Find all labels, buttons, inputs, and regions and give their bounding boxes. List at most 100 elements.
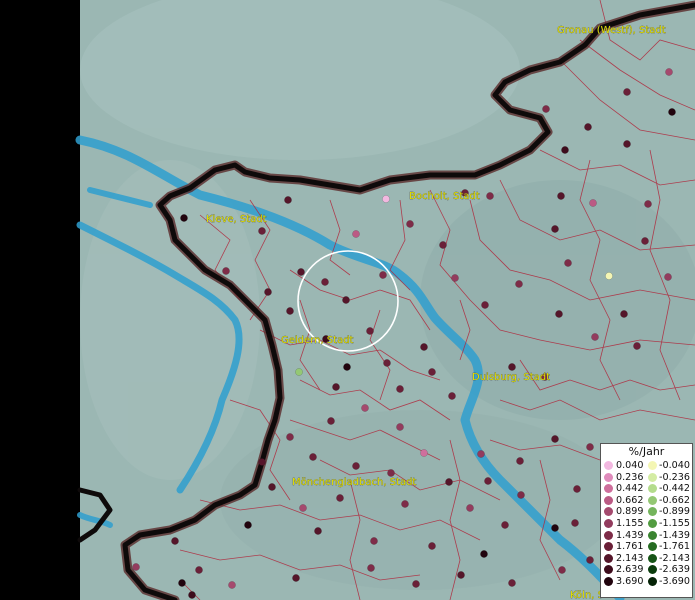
- data-point[interactable]: [551, 524, 559, 532]
- data-point[interactable]: [555, 310, 563, 318]
- data-point[interactable]: [551, 225, 559, 233]
- legend-value-negative: -2.639: [659, 564, 690, 576]
- data-point[interactable]: [605, 272, 613, 280]
- data-point[interactable]: [295, 368, 303, 376]
- data-point[interactable]: [327, 417, 335, 425]
- map-canvas[interactable]: Gronau (Westf), Stadt Bocholt, Stadt Kle…: [0, 0, 695, 600]
- data-point[interactable]: [382, 195, 390, 203]
- data-point[interactable]: [623, 140, 631, 148]
- data-point[interactable]: [264, 288, 272, 296]
- data-point[interactable]: [428, 368, 436, 376]
- data-point[interactable]: [171, 537, 179, 545]
- data-point[interactable]: [297, 268, 305, 276]
- data-point[interactable]: [268, 483, 276, 491]
- data-point[interactable]: [480, 550, 488, 558]
- data-point[interactable]: [352, 230, 360, 238]
- data-point[interactable]: [551, 435, 559, 443]
- data-point[interactable]: [336, 494, 344, 502]
- data-point[interactable]: [366, 327, 374, 335]
- data-point[interactable]: [370, 537, 378, 545]
- legend-swatch-positive: [604, 530, 613, 540]
- legend-row: 3.690 -3.690: [601, 576, 692, 588]
- data-point[interactable]: [644, 200, 652, 208]
- data-point[interactable]: [286, 433, 294, 441]
- data-point[interactable]: [379, 271, 387, 279]
- data-point[interactable]: [178, 579, 186, 587]
- data-point[interactable]: [396, 423, 404, 431]
- data-point[interactable]: [665, 68, 673, 76]
- data-point[interactable]: [589, 199, 597, 207]
- data-point[interactable]: [448, 392, 456, 400]
- data-point[interactable]: [586, 556, 594, 564]
- data-point[interactable]: [332, 383, 340, 391]
- data-point[interactable]: [481, 301, 489, 309]
- data-point[interactable]: [396, 385, 404, 393]
- data-point[interactable]: [451, 274, 459, 282]
- legend-swatch-negative: [648, 576, 657, 586]
- data-point[interactable]: [188, 591, 196, 599]
- data-point[interactable]: [466, 504, 474, 512]
- data-point[interactable]: [623, 88, 631, 96]
- data-point[interactable]: [515, 280, 523, 288]
- data-point[interactable]: [668, 108, 676, 116]
- data-point[interactable]: [557, 192, 565, 200]
- data-point[interactable]: [292, 574, 300, 582]
- data-point[interactable]: [228, 581, 236, 589]
- data-point[interactable]: [383, 359, 391, 367]
- data-point[interactable]: [428, 542, 436, 550]
- data-point[interactable]: [573, 485, 581, 493]
- data-point[interactable]: [309, 453, 317, 461]
- data-point[interactable]: [445, 478, 453, 486]
- data-point[interactable]: [558, 566, 566, 574]
- data-point[interactable]: [342, 296, 350, 304]
- data-point[interactable]: [286, 307, 294, 315]
- data-point[interactable]: [517, 491, 525, 499]
- data-point[interactable]: [387, 469, 395, 477]
- data-point[interactable]: [258, 227, 266, 235]
- data-point[interactable]: [501, 521, 509, 529]
- data-point[interactable]: [401, 500, 409, 508]
- data-point[interactable]: [571, 519, 579, 527]
- data-point[interactable]: [420, 449, 428, 457]
- data-point[interactable]: [284, 196, 292, 204]
- data-point[interactable]: [591, 333, 599, 341]
- legend: %/Jahr 0.040 -0.040 0.236 -0.236 0.442 -0.442…: [600, 443, 693, 598]
- data-point[interactable]: [477, 450, 485, 458]
- data-point[interactable]: [620, 310, 628, 318]
- data-point[interactable]: [439, 241, 447, 249]
- data-point[interactable]: [561, 146, 569, 154]
- data-point[interactable]: [195, 566, 203, 574]
- data-point[interactable]: [258, 458, 266, 466]
- data-point[interactable]: [516, 457, 524, 465]
- data-point[interactable]: [314, 527, 322, 535]
- data-point[interactable]: [352, 462, 360, 470]
- data-point[interactable]: [361, 404, 369, 412]
- data-point[interactable]: [633, 342, 641, 350]
- legend-value-negative: -0.662: [659, 494, 690, 506]
- data-point[interactable]: [412, 580, 420, 588]
- data-point[interactable]: [343, 363, 351, 371]
- data-point[interactable]: [508, 579, 516, 587]
- data-point[interactable]: [484, 477, 492, 485]
- data-point[interactable]: [244, 521, 252, 529]
- data-point[interactable]: [180, 214, 188, 222]
- legend-value-positive: 3.690: [616, 575, 644, 587]
- data-point[interactable]: [641, 237, 649, 245]
- data-point[interactable]: [564, 259, 572, 267]
- data-point[interactable]: [367, 564, 375, 572]
- map-view[interactable]: Gronau (Westf), Stadt Bocholt, Stadt Kle…: [0, 0, 695, 600]
- data-point[interactable]: [457, 571, 465, 579]
- data-point[interactable]: [664, 273, 672, 281]
- legend-value-negative: -0.236: [659, 471, 690, 483]
- data-point[interactable]: [406, 220, 414, 228]
- data-point[interactable]: [486, 192, 494, 200]
- data-point[interactable]: [299, 504, 307, 512]
- data-point[interactable]: [586, 443, 594, 451]
- data-point[interactable]: [222, 267, 230, 275]
- data-point[interactable]: [508, 363, 516, 371]
- data-point[interactable]: [132, 563, 140, 571]
- data-point[interactable]: [321, 278, 329, 286]
- data-point[interactable]: [420, 343, 428, 351]
- data-point[interactable]: [542, 105, 550, 113]
- data-point[interactable]: [584, 123, 592, 131]
